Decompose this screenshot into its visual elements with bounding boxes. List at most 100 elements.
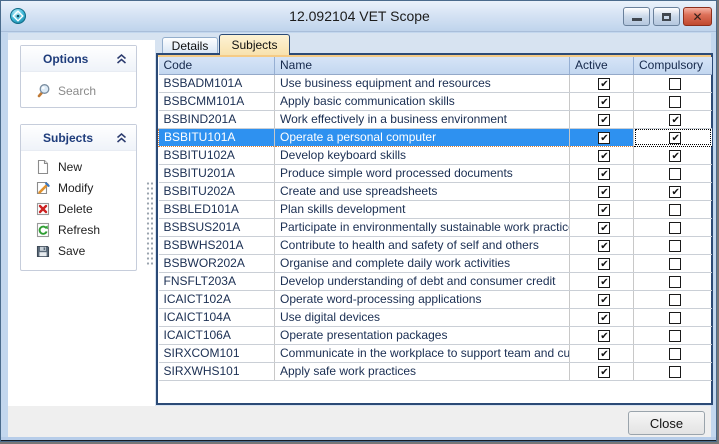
chevron-double-up-icon[interactable] (116, 54, 127, 64)
active-cell (570, 164, 634, 182)
name-cell: Apply safe work practices (275, 362, 570, 380)
compulsory-checkbox[interactable] (669, 294, 681, 306)
compulsory-checkbox[interactable] (669, 78, 681, 90)
column-header-active[interactable]: Active (570, 57, 634, 74)
table-row[interactable]: BSBWHS201AContribute to health and safet… (159, 236, 712, 254)
sidebar-item-save[interactable]: Save (21, 240, 136, 261)
active-checkbox[interactable] (598, 312, 610, 324)
compulsory-cell (634, 272, 712, 290)
table-row[interactable]: BSBIND201AWork effectively in a business… (159, 110, 712, 128)
table-row[interactable]: BSBWOR202AOrganise and complete daily wo… (159, 254, 712, 272)
active-checkbox[interactable] (598, 150, 610, 162)
active-checkbox[interactable] (598, 222, 610, 234)
window-controls: ✕ (623, 7, 712, 26)
sidebar-item-refresh[interactable]: Refresh (21, 219, 136, 240)
table-row[interactable]: BSBSUS201AParticipate in environmentally… (159, 218, 712, 236)
options-panel-header[interactable]: Options (21, 46, 136, 72)
active-checkbox[interactable] (598, 294, 610, 306)
compulsory-checkbox[interactable] (669, 114, 681, 126)
compulsory-checkbox[interactable] (669, 330, 681, 342)
table-row[interactable]: ICAICT104AUse digital devices (159, 308, 712, 326)
compulsory-checkbox[interactable] (669, 276, 681, 288)
table-row[interactable]: BSBITU202ACreate and use spreadsheets (159, 182, 712, 200)
save-floppy-icon (35, 243, 51, 259)
minimize-button[interactable] (623, 7, 650, 26)
compulsory-checkbox[interactable] (669, 240, 681, 252)
close-window-button[interactable]: ✕ (683, 7, 712, 26)
active-checkbox[interactable] (598, 114, 610, 126)
sidebar-item-search[interactable]: Search (21, 80, 136, 102)
sidebar-item-new[interactable]: New (21, 156, 136, 177)
dialog-footer: Close (8, 406, 711, 437)
compulsory-checkbox[interactable] (669, 96, 681, 108)
name-cell: Communicate in the workplace to support … (275, 344, 570, 362)
name-cell: Participate in environmentally sustainab… (275, 218, 570, 236)
code-cell: BSBSUS201A (159, 218, 275, 236)
compulsory-checkbox[interactable] (669, 222, 681, 234)
sidebar-item-delete[interactable]: Delete (21, 198, 136, 219)
compulsory-checkbox[interactable] (669, 366, 681, 378)
active-cell (570, 254, 634, 272)
table-row[interactable]: ICAICT102AOperate word-processing applic… (159, 290, 712, 308)
table-row[interactable]: BSBITU102ADevelop keyboard skills (159, 146, 712, 164)
table-row[interactable]: ICAICT106AOperate presentation packages (159, 326, 712, 344)
tab-details[interactable]: Details (162, 37, 218, 54)
active-cell (570, 362, 634, 380)
table-row[interactable]: BSBADM101AUse business equipment and res… (159, 74, 712, 92)
table-row[interactable]: FNSFLT203ADevelop understanding of debt … (159, 272, 712, 290)
compulsory-cell (634, 182, 712, 200)
splitter-grip[interactable] (146, 181, 153, 267)
compulsory-checkbox[interactable] (669, 204, 681, 216)
compulsory-cell (634, 326, 712, 344)
column-header-compulsory[interactable]: Compulsory (634, 57, 712, 74)
compulsory-cell (634, 290, 712, 308)
code-cell: BSBADM101A (159, 74, 275, 92)
subjects-panel-header[interactable]: Subjects (21, 125, 136, 151)
compulsory-cell (634, 344, 712, 362)
column-header-name[interactable]: Name (275, 57, 570, 74)
table-row[interactable]: BSBLED101APlan skills development (159, 200, 712, 218)
close-button[interactable]: Close (628, 411, 705, 435)
compulsory-cell (634, 164, 712, 182)
table-row[interactable]: BSBITU101AOperate a personal computer (159, 128, 712, 146)
table-row[interactable]: BSBCMM101AApply basic communication skil… (159, 92, 712, 110)
table-row[interactable]: SIRXCOM101Communicate in the workplace t… (159, 344, 712, 362)
compulsory-cell (634, 218, 712, 236)
active-checkbox[interactable] (598, 258, 610, 270)
active-checkbox[interactable] (598, 96, 610, 108)
active-checkbox[interactable] (598, 240, 610, 252)
sidebar-item-label: Modify (58, 181, 93, 195)
compulsory-checkbox[interactable] (669, 348, 681, 360)
active-checkbox[interactable] (598, 366, 610, 378)
column-header-code[interactable]: Code (159, 57, 275, 74)
name-cell: Develop keyboard skills (275, 146, 570, 164)
compulsory-checkbox[interactable] (669, 258, 681, 270)
edit-pencil-icon (35, 180, 51, 196)
subjects-panel: Subjects New Modify (20, 124, 137, 271)
sidebar-item-modify[interactable]: Modify (21, 177, 136, 198)
compulsory-checkbox[interactable] (669, 132, 681, 144)
active-checkbox[interactable] (598, 276, 610, 288)
chevron-double-up-icon[interactable] (116, 133, 127, 143)
name-cell: Operate word-processing applications (275, 290, 570, 308)
maximize-button[interactable] (653, 7, 680, 26)
compulsory-checkbox[interactable] (669, 312, 681, 324)
active-checkbox[interactable] (598, 132, 610, 144)
active-cell (570, 200, 634, 218)
active-checkbox[interactable] (598, 330, 610, 342)
table-row[interactable]: BSBITU201AProduce simple word processed … (159, 164, 712, 182)
sidebar-item-label: Save (58, 244, 85, 258)
sidebar-item-label: New (58, 160, 82, 174)
active-checkbox[interactable] (598, 78, 610, 90)
compulsory-checkbox[interactable] (669, 186, 681, 198)
active-checkbox[interactable] (598, 168, 610, 180)
active-checkbox[interactable] (598, 348, 610, 360)
active-checkbox[interactable] (598, 186, 610, 198)
code-cell: BSBITU201A (159, 164, 275, 182)
compulsory-checkbox[interactable] (669, 150, 681, 162)
code-cell: BSBITU102A (159, 146, 275, 164)
tab-subjects[interactable]: Subjects (219, 34, 290, 55)
active-checkbox[interactable] (598, 204, 610, 216)
compulsory-checkbox[interactable] (669, 168, 681, 180)
table-row[interactable]: SIRXWHS101Apply safe work practices (159, 362, 712, 380)
